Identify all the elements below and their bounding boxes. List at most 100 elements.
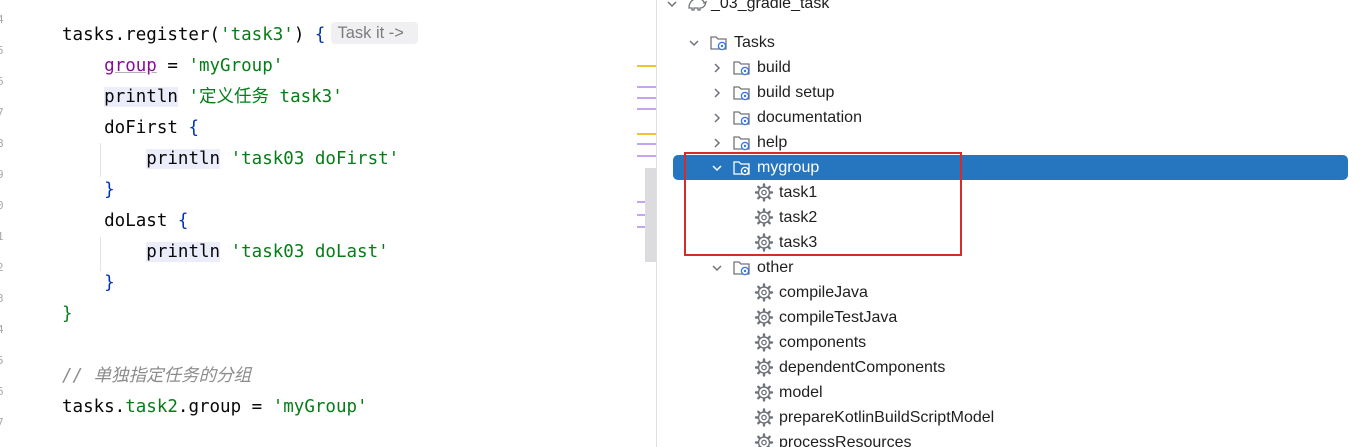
- gear-icon: [754, 308, 774, 327]
- line-number: 5: [0, 44, 4, 57]
- code-line[interactable]: doLast {: [62, 206, 188, 237]
- annotation-highlight-box: [684, 152, 962, 256]
- usage-marker[interactable]: [637, 155, 657, 157]
- code-token: '定义任务 task3': [188, 87, 343, 107]
- tree-row-label: documentation: [757, 109, 862, 126]
- task-folder-icon: [732, 108, 752, 127]
- code-editor[interactable]: 345678901234567 tasks.register('task3') …: [0, 0, 657, 447]
- usage-marker[interactable]: [637, 97, 657, 99]
- tree-row-components[interactable]: components: [657, 330, 1369, 355]
- code-token: 'myGroup': [188, 56, 284, 76]
- code-token: tasks.: [62, 397, 126, 417]
- code-token: 'task03 doLast': [230, 242, 389, 262]
- code-line[interactable]: }: [62, 175, 115, 206]
- code-token: // 单独指定任务的分组: [62, 366, 252, 386]
- code-line[interactable]: tasks.task2.group = 'myGroup': [62, 392, 368, 423]
- code-token: }: [104, 180, 115, 200]
- tree-row-documentation[interactable]: documentation: [657, 105, 1369, 130]
- task-folder-icon: [732, 58, 752, 77]
- tree-row-label: model: [779, 384, 823, 401]
- inlay-type-hint[interactable]: Task it ->: [331, 22, 418, 44]
- chevron-down-icon[interactable]: [710, 255, 724, 280]
- warning-marker[interactable]: [637, 65, 657, 67]
- tree-row-build-setup[interactable]: build setup: [657, 80, 1369, 105]
- code-line[interactable]: println 'task03 doLast': [62, 237, 389, 268]
- code-token: 'task3': [220, 25, 294, 45]
- tree-row-label: other: [757, 259, 794, 276]
- chevron-right-icon[interactable]: [710, 80, 724, 105]
- code-token: {: [177, 211, 189, 231]
- tree-row-prepareKotlinBuildScriptModel[interactable]: prepareKotlinBuildScriptModel: [657, 405, 1369, 430]
- tree-row-root[interactable]: _03_gradle_task: [657, 0, 1369, 16]
- task-folder-icon: [732, 133, 752, 152]
- code-line[interactable]: println 'task03 doFirst': [62, 144, 399, 175]
- code-token: {: [314, 25, 326, 45]
- tree-row-dependentComponents[interactable]: dependentComponents: [657, 355, 1369, 380]
- code-token: .group =: [177, 397, 273, 417]
- code-line[interactable]: println '定义任务 task3': [62, 82, 343, 113]
- code-token: 'task03 doFirst': [230, 149, 400, 169]
- usage-marker[interactable]: [637, 143, 657, 145]
- gear-icon: [754, 333, 774, 352]
- tree-row-label: build: [757, 59, 791, 76]
- tree-row-label: dependentComponents: [779, 359, 946, 376]
- tree-row-compileTestJava[interactable]: compileTestJava: [657, 305, 1369, 330]
- code-token: println: [104, 87, 178, 107]
- tree-row-label: components: [779, 334, 867, 351]
- chevron-right-icon[interactable]: [710, 105, 724, 130]
- line-number: 5: [0, 354, 4, 367]
- tree-row-label: compileJava: [779, 284, 868, 301]
- tree-row-label: _03_gradle_task: [711, 0, 830, 12]
- code-line[interactable]: tasks.register('task3') {Task it ->: [62, 20, 418, 51]
- code-line[interactable]: }: [62, 299, 73, 330]
- task-folder-icon: [732, 258, 752, 277]
- code-token: =: [156, 56, 189, 76]
- code-line[interactable]: doFirst {: [62, 113, 199, 144]
- gear-icon: [754, 283, 774, 302]
- task-folder-icon: [732, 83, 752, 102]
- chevron-down-icon[interactable]: [687, 30, 701, 55]
- tree-row-build[interactable]: build: [657, 55, 1369, 80]
- line-number: 1: [0, 230, 4, 243]
- line-number: 3: [0, 292, 4, 305]
- tree-row-compileJava[interactable]: compileJava: [657, 280, 1369, 305]
- code-token: }: [62, 304, 73, 324]
- line-number: 6: [0, 385, 4, 398]
- tree-row-tasks-group[interactable]: Tasks: [657, 30, 1369, 55]
- tree-row-processResources[interactable]: processResources: [657, 430, 1369, 447]
- line-number: 0: [0, 199, 4, 212]
- code-token: group: [104, 56, 157, 76]
- line-number: 8: [0, 137, 4, 150]
- gear-icon: [754, 433, 774, 447]
- gear-icon: [754, 408, 774, 427]
- code-line[interactable]: group = 'myGroup': [62, 51, 283, 82]
- tree-row-model[interactable]: model: [657, 380, 1369, 405]
- line-number: 9: [0, 168, 4, 181]
- code-line[interactable]: }: [62, 268, 115, 299]
- line-number: 4: [0, 323, 4, 336]
- code-token: ): [293, 25, 315, 45]
- code-token: println: [146, 242, 221, 262]
- tree-row-label: processResources: [779, 434, 912, 447]
- line-number-gutter: 345678901234567: [0, 0, 14, 447]
- usage-marker[interactable]: [637, 86, 657, 88]
- tree-row-other[interactable]: other: [657, 255, 1369, 280]
- gradle-elephant-icon: [687, 0, 708, 13]
- code-line[interactable]: // 单独指定任务的分组: [62, 361, 251, 392]
- tree-row-label: build setup: [757, 84, 835, 101]
- tree-row-label: prepareKotlinBuildScriptModel: [779, 409, 995, 426]
- line-number: 4: [0, 13, 4, 26]
- usage-marker[interactable]: [637, 108, 657, 110]
- code-token: doLast: [62, 211, 178, 231]
- line-number: 6: [0, 75, 4, 88]
- chevron-down-icon[interactable]: [665, 0, 679, 16]
- chevron-right-icon[interactable]: [710, 55, 724, 80]
- warning-marker[interactable]: [637, 133, 657, 135]
